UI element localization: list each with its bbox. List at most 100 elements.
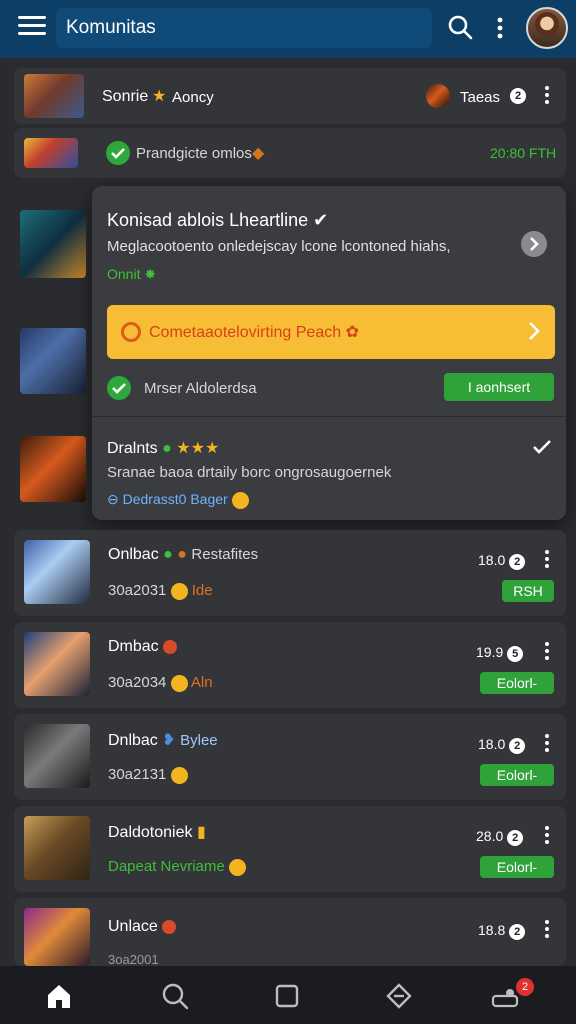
date-text: 30a2031 [108,582,167,599]
banner-label: Cometaaotelovirting Peach [149,324,342,341]
box-icon: ◆ [252,145,265,162]
banner-text: Cometaaotelovirting Peach ✿ [149,322,359,342]
item-action-button[interactable]: RSH [502,580,554,602]
date-text: 30a2131 [108,766,167,783]
tag-icon[interactable] [384,981,414,1011]
game-thumbnail [24,138,78,168]
item-date: Dapeat Nevriame [108,858,246,876]
star-icon: ★ [152,88,167,105]
count-badge: 2 [510,88,526,104]
score-text: 18.0 [478,552,506,568]
item-date: 30a2131 [108,766,188,784]
emoji-icon [228,858,246,876]
more-vertical-icon[interactable] [542,920,552,940]
more-vertical-icon[interactable] [542,86,552,106]
date-tag: Aln [190,674,213,691]
action-button[interactable]: I aonhsert [444,373,554,401]
item-name: Dmbac [108,638,159,655]
item-score: 18.0 2 [478,736,526,754]
menu-icon[interactable] [18,16,46,40]
section-description: Sranae baoa drtaily borc ongrosaugoernek [107,464,392,481]
badge-icon: ● [177,546,187,563]
title-pill: Komunitas [56,8,432,48]
list-item[interactable]: Dmbac 30a2034 Aln 19.9 5 Eolorl- [14,622,566,708]
list-item[interactable]: Dnlbac ❥ Bylee 30a2131 18.0 2 Eolorl- [14,714,566,800]
more-vertical-icon[interactable] [490,14,510,42]
game-thumbnail [20,328,86,394]
check-icon [107,376,131,400]
more-vertical-icon[interactable] [542,642,552,662]
game-thumbnail [24,74,84,118]
promo-banner[interactable]: Cometaaotelovirting Peach ✿ [107,305,555,359]
score-text: 18.8 [478,922,506,938]
popup-title: Konisad ablois Lheartline ✔ [107,210,328,231]
chat-icon [121,322,141,342]
check-icon [533,440,551,454]
bottom-navigation [0,966,576,1024]
item-name: Daldotoniek [108,824,193,841]
more-vertical-icon[interactable] [542,734,552,754]
section-title: Dralnts ● ★★★ [107,438,219,458]
more-vertical-icon[interactable] [542,550,552,570]
user-avatar [426,84,450,108]
game-thumbnail [24,816,90,880]
item-score: 18.0 2 [478,552,526,570]
sparkle-icon: ✸ [144,266,157,282]
badge-icon [162,919,177,934]
list-item[interactable]: Unlace 3oa2001 18.8 2 [14,898,566,967]
item-title: Dnlbac ❥ Bylee [108,730,218,750]
notification-badge: 2 [516,978,534,996]
profile-avatar[interactable] [526,7,568,49]
item-score: 28.0 2 [476,828,524,846]
arrow-circle-icon[interactable] [520,230,548,258]
emoji-icon [170,582,188,600]
item-tag: Restafites [191,546,259,563]
item-tag: Bylee [180,732,218,749]
rating-stars: ★★★ [176,440,220,457]
popup-status: Onnit ✸ [107,266,156,283]
item-action-button[interactable]: Eolorl- [480,856,554,878]
card-time: 20:80 FTH [490,145,557,161]
search-icon[interactable] [446,14,474,42]
app-bar: Komunitas [0,0,576,58]
link-icon: ● [162,440,172,457]
score-badge: 5 [507,646,524,662]
item-action-button[interactable]: Eolorl- [480,672,554,694]
square-icon[interactable] [272,981,302,1011]
chevron-right-icon [529,322,540,340]
card-meta: Taeas [460,89,501,106]
date-tag: Ide [191,582,213,599]
flag-icon: ▮ [196,824,206,841]
item-date: 3oa2001 [108,952,159,967]
list-item[interactable]: Daldotoniek ▮ Dapeat Nevriame 28.0 2 Eol… [14,806,566,892]
item-name: Dnlbac [108,732,158,749]
section-title-text: Dralnts [107,440,158,457]
feed-card[interactable]: Sonrie ★ Aoncy Taeas 2 [14,68,566,124]
feed-card[interactable]: Prandgicte omlos ◆ 20:80 FTH [14,128,566,178]
divider [92,416,566,417]
game-thumbnail [20,210,86,278]
date-text: 30a2034 [108,674,167,691]
game-thumbnail [24,724,90,788]
badge-icon [163,639,178,654]
detail-popup[interactable]: Konisad ablois Lheartline ✔ Meglacootoen… [92,186,566,520]
more-vertical-icon[interactable] [542,826,552,846]
game-thumbnail [24,908,90,966]
popup-description: Meglacootoento onledejscay lcone lconton… [107,238,451,255]
item-title: Dmbac [108,638,178,656]
card-tag: Aoncy [172,89,214,106]
search-icon[interactable] [160,981,190,1011]
home-icon[interactable] [44,981,74,1011]
tag-text: Dedrasst0 Bager [122,491,228,507]
list-item[interactable]: Onlbac ● ● Restafites 30a2031 Ide 18.0 2… [14,530,566,616]
item-name: Unlace [108,918,158,935]
emoji-icon [170,766,188,784]
score-badge: 2 [509,738,526,754]
item-action-button[interactable]: Eolorl- [480,764,554,786]
score-text: 19.9 [476,644,504,660]
score-badge: 2 [509,554,526,570]
item-score: 19.9 5 [476,644,524,662]
item-score: 18.8 2 [478,922,526,940]
score-badge: 2 [507,830,524,846]
flower-icon: ✿ [345,324,359,341]
